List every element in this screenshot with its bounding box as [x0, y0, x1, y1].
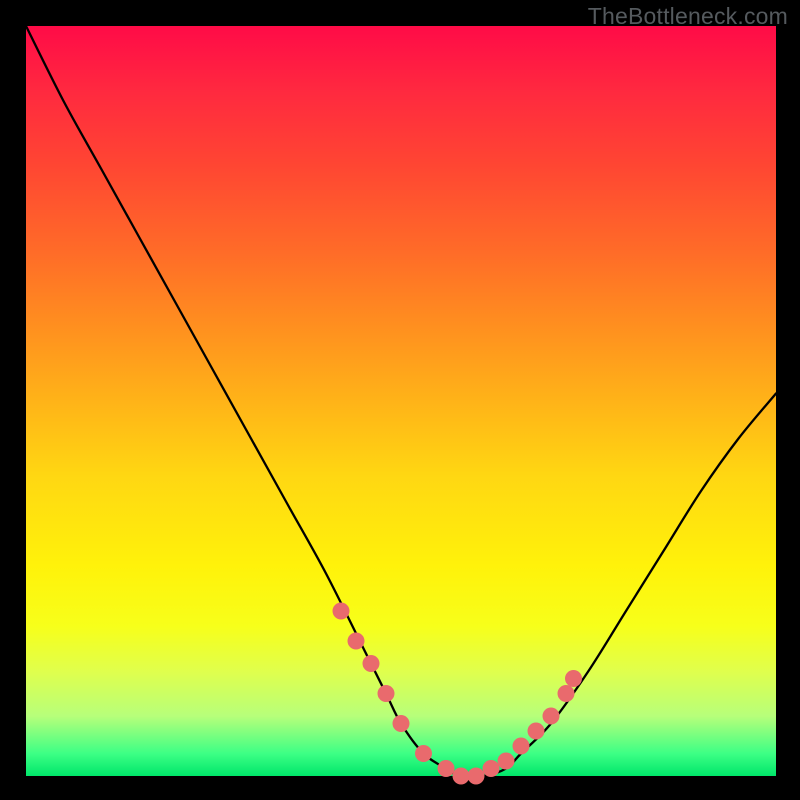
sample-point	[348, 633, 365, 650]
marker-group	[333, 603, 583, 785]
sample-point	[415, 745, 432, 762]
sample-point	[378, 685, 395, 702]
chart-plot-area	[26, 26, 776, 776]
sample-point	[363, 655, 380, 672]
sample-point	[468, 768, 485, 785]
sample-point	[565, 670, 582, 687]
sample-point	[453, 768, 470, 785]
sample-point	[513, 738, 530, 755]
bottleneck-curve	[26, 26, 776, 777]
sample-point	[393, 715, 410, 732]
sample-point	[498, 753, 515, 770]
watermark-text: TheBottleneck.com	[588, 3, 788, 30]
sample-point	[333, 603, 350, 620]
chart-stage: TheBottleneck.com	[0, 0, 800, 800]
sample-point	[438, 760, 455, 777]
sample-point	[543, 708, 560, 725]
sample-point	[483, 760, 500, 777]
chart-svg-overlay	[26, 26, 776, 776]
sample-point	[558, 685, 575, 702]
sample-point	[528, 723, 545, 740]
